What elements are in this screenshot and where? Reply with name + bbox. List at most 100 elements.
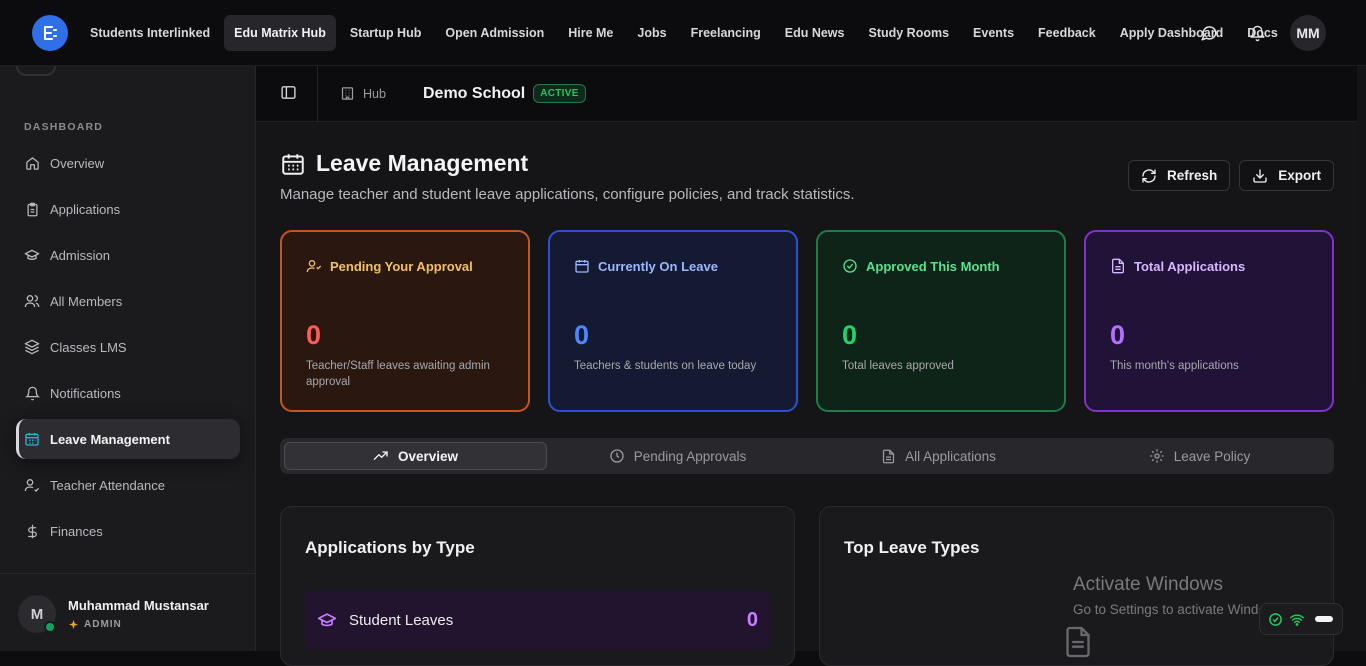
scrollbar[interactable] xyxy=(1357,66,1366,386)
stat-card-header: Currently On Leave xyxy=(574,258,718,274)
users-icon xyxy=(24,293,40,309)
user-name: Muhammad Mustansar xyxy=(68,598,209,613)
sidebar-items: Overview Applications Admission All Memb… xyxy=(16,143,240,557)
export-button[interactable]: Export xyxy=(1239,160,1334,191)
nav-link-freelancing[interactable]: Freelancing xyxy=(681,15,771,51)
download-icon xyxy=(1252,168,1268,184)
school-name: Demo School xyxy=(423,84,526,102)
user-check-icon xyxy=(24,477,40,493)
nav-links: Students Interlinked Edu Matrix Hub Star… xyxy=(80,15,1288,51)
check-circle-icon xyxy=(842,258,858,274)
sidebar-item-classes-lms[interactable]: Classes LMS xyxy=(16,327,240,367)
divider xyxy=(317,66,318,122)
layers-icon xyxy=(24,339,40,355)
nav-link-students-interlinked[interactable]: Students Interlinked xyxy=(80,15,220,51)
sub-header: Hub Demo School ACTIVE xyxy=(256,66,1366,122)
top-navbar: Students Interlinked Edu Matrix Hub Star… xyxy=(0,0,1366,66)
calendar-icon xyxy=(280,151,306,177)
calendar-icon xyxy=(24,431,40,447)
watermark-title: Activate Windows xyxy=(1073,574,1223,595)
wifi-icon xyxy=(1289,612,1305,627)
sidebar-item-label: Finances xyxy=(50,523,103,539)
nav-link-edu-matrix-hub[interactable]: Edu Matrix Hub xyxy=(224,15,336,51)
list-item: Student Leaves 0 xyxy=(305,591,770,649)
export-label: Export xyxy=(1278,168,1321,183)
nav-link-jobs[interactable]: Jobs xyxy=(627,15,676,51)
sidebar-toggle-icon[interactable] xyxy=(280,84,297,101)
stat-card-value: 0 xyxy=(306,320,322,350)
page-description: Manage teacher and student leave applica… xyxy=(280,186,855,203)
refresh-button[interactable]: Refresh xyxy=(1127,160,1231,191)
tab-pending-approvals[interactable]: Pending Approvals xyxy=(547,442,808,470)
tab-label: Leave Policy xyxy=(1173,448,1251,464)
page-heading: Leave Management xyxy=(316,150,529,176)
sidebar-item-label: Leave Management xyxy=(50,431,170,447)
nav-link-events[interactable]: Events xyxy=(963,15,1024,51)
leave-type-label: Student Leaves xyxy=(349,611,454,629)
nav-link-feedback[interactable]: Feedback xyxy=(1028,15,1106,51)
sidebar-user-card[interactable]: M Muhammad Mustansar ADMIN xyxy=(0,573,255,651)
status-badge: ACTIVE xyxy=(533,84,586,103)
app-logo[interactable] xyxy=(32,15,68,51)
refresh-icon xyxy=(1141,168,1157,184)
nav-link-startup-hub[interactable]: Startup Hub xyxy=(340,15,432,51)
sidebar-item-label: Admission xyxy=(50,247,110,263)
graduation-cap-icon xyxy=(317,610,337,630)
sidebar-item-label: Notifications xyxy=(50,385,121,401)
gear-icon xyxy=(1149,448,1165,464)
tab-leave-policy[interactable]: Leave Policy xyxy=(1069,442,1330,470)
breadcrumb[interactable]: Hub xyxy=(340,86,386,101)
sidebar-item-overview[interactable]: Overview xyxy=(16,143,240,183)
system-tray-widget[interactable] xyxy=(1259,603,1343,635)
windows-activation-watermark: Activate Windows Go to Settings to activ… xyxy=(1073,574,1286,617)
breadcrumb-label: Hub xyxy=(363,86,386,101)
clipboard-icon xyxy=(24,201,40,217)
home-icon xyxy=(24,155,40,171)
file-text-icon xyxy=(1110,258,1126,274)
chat-icon[interactable] xyxy=(1194,18,1224,48)
online-status-dot xyxy=(44,621,56,633)
sidebar-item-notifications[interactable]: Notifications xyxy=(16,373,240,413)
stat-card-title: Currently On Leave xyxy=(598,258,718,274)
panel-title: Top Leave Types xyxy=(844,538,980,557)
sidebar-item-applications[interactable]: Applications xyxy=(16,189,240,229)
sidebar-item-admission[interactable]: Admission xyxy=(16,235,240,275)
stat-card-pending-approval: Pending Your Approval 0 Teacher/Staff le… xyxy=(280,230,530,412)
stat-card-subtitle: Teachers & students on leave today xyxy=(574,360,757,372)
tab-overview[interactable]: Overview xyxy=(284,442,547,470)
nav-link-edu-news[interactable]: Edu News xyxy=(775,15,855,51)
stat-card-subtitle: Total leaves approved xyxy=(842,360,954,372)
tab-label: Overview xyxy=(397,448,459,464)
stat-card-approved-month: Approved This Month 0 Total leaves appro… xyxy=(816,230,1066,412)
stat-card-title: Approved This Month xyxy=(866,258,1000,274)
user-clock-icon xyxy=(306,258,322,274)
stat-card-on-leave: Currently On Leave 0 Teachers & students… xyxy=(548,230,798,412)
nav-link-study-rooms[interactable]: Study Rooms xyxy=(858,15,959,51)
user-avatar[interactable]: MM xyxy=(1290,15,1326,51)
calendar-icon xyxy=(574,258,590,274)
bell-icon[interactable] xyxy=(1242,18,1272,48)
sidebar-item-all-members[interactable]: All Members xyxy=(16,281,240,321)
sidebar-item-label: Overview xyxy=(50,155,105,171)
stat-card-value: 0 xyxy=(574,320,590,350)
check-circle-icon xyxy=(1268,612,1283,627)
sidebar-item-label: Teacher Attendance xyxy=(50,477,165,493)
sidebar-item-label: Classes LMS xyxy=(50,339,127,355)
main-content: Leave Management Manage teacher and stud… xyxy=(256,122,1366,666)
nav-link-hire-me[interactable]: Hire Me xyxy=(558,15,623,51)
tab-label: All Applications xyxy=(905,448,996,464)
stat-card-title: Pending Your Approval xyxy=(330,258,473,274)
page-title: Leave Management xyxy=(280,150,528,177)
tab-all-applications[interactable]: All Applications xyxy=(808,442,1069,470)
sidebar-item-label: Applications xyxy=(50,201,121,217)
sidebar-item-label: All Members xyxy=(50,293,123,309)
sidebar-item-teacher-attendance[interactable]: Teacher Attendance xyxy=(16,465,240,505)
sidebar-item-leave-management[interactable]: Leave Management xyxy=(16,419,240,459)
school-info: Demo School ACTIVE xyxy=(423,84,586,103)
nav-link-open-admission[interactable]: Open Admission xyxy=(435,15,554,51)
stat-card-value: 0 xyxy=(842,320,858,350)
stat-card-total-applications: Total Applications 0 This month's applic… xyxy=(1084,230,1334,412)
stat-card-title: Total Applications xyxy=(1134,258,1246,274)
stat-card-header: Pending Your Approval xyxy=(306,258,473,274)
sidebar-item-finances[interactable]: Finances xyxy=(16,511,240,551)
